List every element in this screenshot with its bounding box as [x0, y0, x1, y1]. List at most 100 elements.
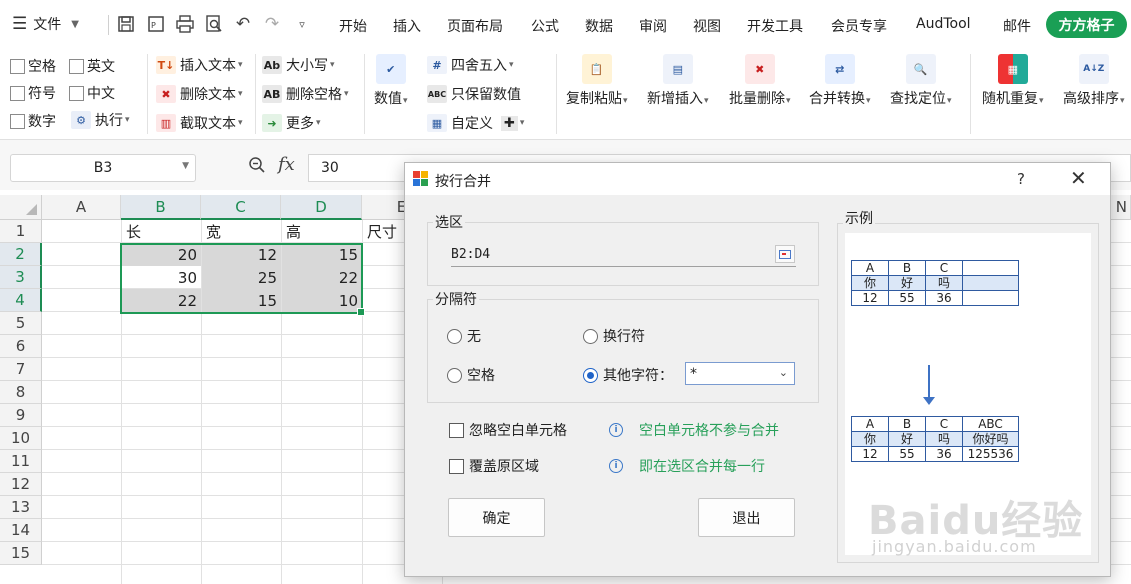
radio-circle[interactable] [447, 328, 462, 344]
radio-newline[interactable]: 换行符 [583, 326, 645, 346]
name-box[interactable]: B3 ▼ [10, 154, 196, 182]
row-header-9[interactable]: 9 [0, 404, 42, 427]
tab-developer[interactable]: 开发工具 [747, 16, 803, 36]
column-header-d[interactable]: D [281, 195, 362, 220]
checkbox-box[interactable] [69, 58, 84, 74]
checkbox-chinese[interactable]: 中文 [69, 83, 115, 103]
tab-home[interactable]: 开始 [339, 16, 367, 36]
ignore-blank-checkbox[interactable]: 忽略空白单元格 [449, 420, 567, 440]
checkbox-box[interactable] [449, 422, 464, 438]
print-preview-icon[interactable] [201, 11, 227, 37]
row-header-4[interactable]: 4 [0, 289, 42, 312]
print-icon[interactable] [172, 11, 198, 37]
close-icon[interactable]: ✕ [1070, 166, 1087, 190]
extract-text-button[interactable]: ▥ 截取文本 ▾ [156, 113, 243, 133]
checkbox-number[interactable]: 数字 [10, 111, 56, 131]
help-icon[interactable]: ? [1017, 170, 1025, 188]
dropdown-arrow-icon: ▾ [1039, 96, 1044, 106]
row-header-5[interactable]: 5 [0, 312, 42, 335]
file-menu[interactable]: ☰ 文件 ▼ [12, 14, 79, 34]
column-header-a[interactable]: A [42, 195, 121, 220]
tab-mail[interactable]: 邮件 [1003, 16, 1031, 36]
row-header-1[interactable]: 1 [0, 220, 42, 243]
column-header-b[interactable]: B [121, 195, 201, 220]
checkbox-box[interactable] [10, 113, 25, 129]
row-header-8[interactable]: 8 [0, 381, 42, 404]
row-header-6[interactable]: 6 [0, 335, 42, 358]
selection-range[interactable] [120, 243, 365, 316]
tab-page-layout[interactable]: 页面布局 [447, 16, 503, 36]
cell-c1[interactable]: 宽 [202, 220, 281, 243]
chevron-down-icon[interactable]: ⌄ [779, 366, 788, 379]
new-insert-button[interactable]: ▤ 新增插入▾ [647, 54, 709, 108]
number-label-wrap: 数值▾ [374, 88, 408, 108]
checkbox-symbol[interactable]: 符号 [10, 83, 56, 103]
row-header-7[interactable]: 7 [0, 358, 42, 381]
save-icon[interactable] [113, 11, 139, 37]
tab-formulas[interactable]: 公式 [531, 16, 559, 36]
chevron-down-icon[interactable]: ▼ [182, 161, 189, 171]
round-button[interactable]: # 四舍五入 ▾ [427, 55, 514, 75]
ok-button[interactable]: 确定 [448, 498, 545, 537]
more-button[interactable]: ➜ 更多 ▾ [262, 113, 321, 133]
tab-view[interactable]: 视图 [693, 16, 721, 36]
batch-delete-button[interactable]: ✖ 批量删除▾ [729, 54, 791, 108]
custom-button[interactable]: ▦ 自定义 ✚ ▾ [427, 113, 524, 133]
row-header-14[interactable]: 14 [0, 519, 42, 542]
tab-member[interactable]: 会员专享 [831, 16, 887, 36]
redo-icon[interactable]: ↷ [259, 11, 285, 37]
other-char-combo[interactable]: * ⌄ [685, 362, 795, 385]
fx-icon[interactable]: fx [278, 154, 295, 175]
row-header-2[interactable]: 2 [0, 243, 42, 266]
zoom-icon[interactable] [248, 156, 266, 179]
export-pdf-icon[interactable]: P [143, 11, 169, 37]
radio-circle[interactable] [583, 328, 598, 344]
row-header-15[interactable]: 15 [0, 542, 42, 565]
tab-data[interactable]: 数据 [585, 16, 613, 36]
column-header-c[interactable]: C [201, 195, 281, 220]
customize-toolbar-icon[interactable]: ▿ [289, 11, 315, 37]
row-header-11[interactable]: 11 [0, 450, 42, 473]
plus-icon[interactable]: ✚ [501, 115, 518, 131]
tab-fangfang-active[interactable]: 方方格子 [1046, 11, 1127, 38]
range-picker-icon[interactable] [775, 245, 795, 263]
delete-text-button[interactable]: ✖ 删除文本 ▾ [156, 84, 243, 104]
overwrite-checkbox[interactable]: 覆盖原区域 [449, 456, 539, 476]
range-input[interactable]: B2:D4 [451, 243, 796, 267]
delete-space-button[interactable]: AB 删除空格 ▾ [262, 84, 349, 104]
keep-values-button[interactable]: ABC 只保留数值 [427, 84, 521, 104]
row-header-12[interactable]: 12 [0, 473, 42, 496]
cell-d1[interactable]: 高 [282, 220, 362, 243]
row-header-3[interactable]: 3 [0, 266, 42, 289]
random-repeat-button[interactable]: ▦ 随机重复▾ [982, 54, 1044, 108]
insert-text-button[interactable]: T↓ 插入文本 ▾ [156, 55, 243, 75]
radio-circle[interactable] [447, 367, 462, 383]
execute-button[interactable]: ⚙ 执行 ▾ [71, 110, 130, 130]
dialog-titlebar[interactable]: 按行合并 ? ✕ [405, 163, 1110, 195]
radio-space[interactable]: 空格 [447, 365, 495, 385]
cell-b1[interactable]: 长 [122, 220, 201, 243]
exit-button[interactable]: 退出 [698, 498, 795, 537]
undo-icon[interactable]: ↶ [230, 11, 256, 37]
advanced-sort-button[interactable]: A↓Z 高级排序▾ [1063, 54, 1125, 108]
row-header-10[interactable]: 10 [0, 427, 42, 450]
merge-convert-button[interactable]: ⇄ 合并转换▾ [809, 54, 871, 108]
radio-circle-selected[interactable] [583, 367, 598, 383]
number-button[interactable]: ✔ 数值▾ [374, 54, 408, 108]
checkbox-box[interactable] [449, 458, 464, 474]
tab-audtool[interactable]: AudTool [916, 16, 971, 32]
checkbox-space[interactable]: 空格 [10, 56, 56, 76]
checkbox-box[interactable] [69, 85, 84, 101]
select-all-corner[interactable] [0, 195, 42, 220]
row-header-13[interactable]: 13 [0, 496, 42, 519]
checkbox-english[interactable]: 英文 [69, 56, 115, 76]
tab-review[interactable]: 审阅 [639, 16, 667, 36]
checkbox-box[interactable] [10, 58, 25, 74]
tab-insert[interactable]: 插入 [393, 16, 421, 36]
find-locate-button[interactable]: 🔍 查找定位▾ [890, 54, 952, 108]
radio-other[interactable]: 其他字符： [583, 365, 673, 385]
checkbox-box[interactable] [10, 85, 25, 101]
case-button[interactable]: Ab 大小写 ▾ [262, 55, 335, 75]
radio-none[interactable]: 无 [447, 326, 481, 346]
copy-paste-button[interactable]: 📋 复制粘贴▾ [566, 54, 628, 108]
